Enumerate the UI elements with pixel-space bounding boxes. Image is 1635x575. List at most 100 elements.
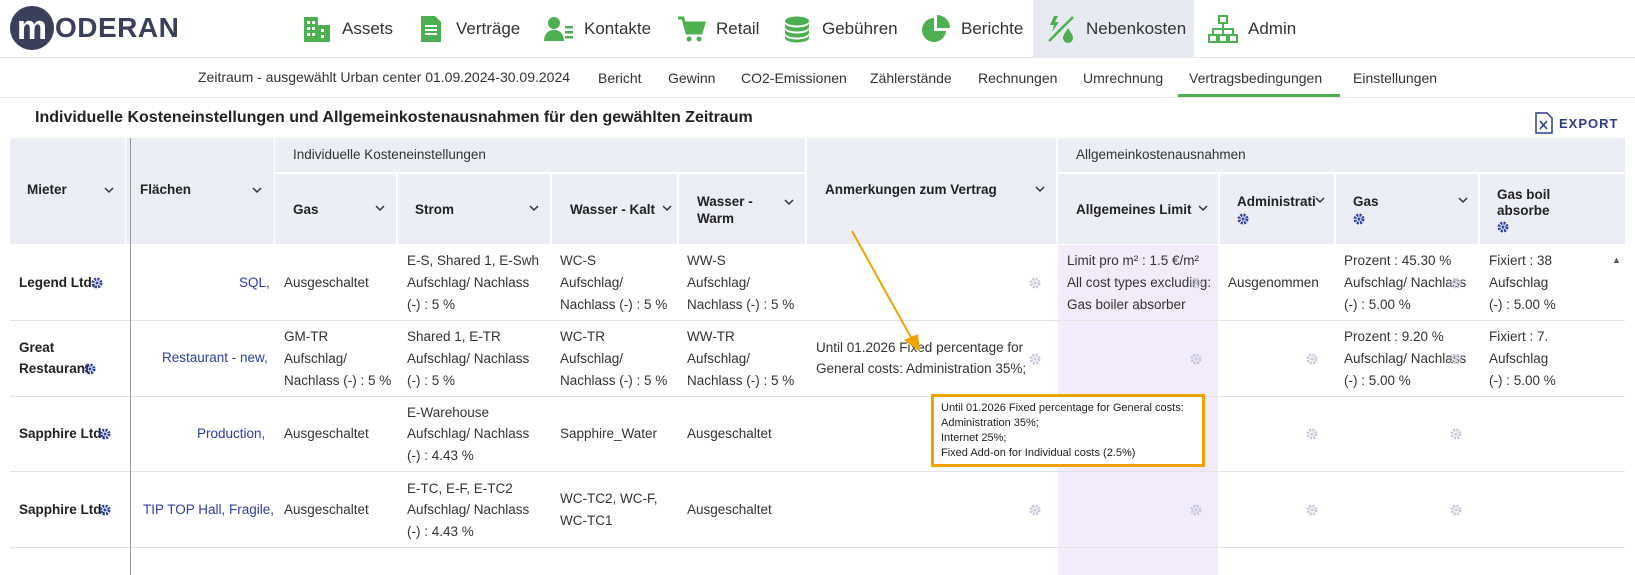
tab-co2-emissionen[interactable]: CO2-Emissionen [741, 70, 847, 86]
chevron-down-icon[interactable] [1198, 203, 1208, 213]
gear-icon[interactable] [84, 363, 96, 375]
row-divider [10, 471, 1625, 472]
chevron-down-icon[interactable] [104, 185, 114, 195]
chevron-down-icon[interactable] [375, 203, 385, 213]
chevron-down-icon[interactable] [1035, 184, 1045, 194]
strom-line: (-) : 5 % [407, 373, 456, 388]
gas-value: Ausgeschaltet [284, 275, 369, 290]
gear-icon[interactable] [1029, 277, 1041, 289]
gear-icon[interactable] [1450, 504, 1462, 516]
gear-icon[interactable] [91, 277, 103, 289]
gear-icon[interactable] [1029, 504, 1041, 516]
export-button[interactable]: EXPORT [1535, 112, 1618, 134]
table-row-tenant[interactable]: Restaurant [19, 358, 90, 380]
nav-retail[interactable]: Retail [676, 0, 759, 58]
gear-icon[interactable] [1306, 428, 1318, 440]
period-selector[interactable]: Zeitraum - ausgewählt Urban center 01.09… [198, 69, 570, 85]
gear-icon[interactable] [1353, 213, 1365, 225]
area-link[interactable]: TIP TOP Hall, Fragile, [143, 499, 274, 521]
tab-rechnungen[interactable]: Rechnungen [978, 70, 1057, 86]
tab-umrechnung[interactable]: Umrechnung [1083, 70, 1163, 86]
group-label: Allgemeinkostenausnahmen [1076, 147, 1246, 162]
contacts-icon [544, 17, 573, 41]
gear-icon[interactable] [1190, 277, 1202, 289]
header-allgemeines-limit[interactable]: Allgemeines Limit [1058, 174, 1218, 244]
chevron-down-icon[interactable] [662, 203, 672, 213]
chevron-down-icon[interactable] [252, 185, 262, 195]
area-link[interactable]: Restaurant - new, [162, 347, 268, 369]
table-row-tenant[interactable]: Sapphire Ltd. [19, 423, 105, 445]
nav-vertraege[interactable]: Verträge [416, 0, 520, 58]
nav-gebuehren[interactable]: Gebühren [782, 0, 898, 58]
table-row-tenant[interactable]: Legend Ltd. [19, 272, 96, 294]
page-title: Individuelle Kosteneinstellungen und All… [35, 109, 753, 126]
header-strom[interactable]: Strom [398, 174, 550, 244]
gas-line: GM-TR [284, 329, 329, 344]
chevron-down-icon[interactable] [784, 197, 794, 207]
tab-zaehlerstaende[interactable]: Zählerstände [870, 70, 952, 86]
gear-icon[interactable] [99, 504, 111, 516]
chevron-down-icon[interactable] [1458, 195, 1468, 205]
header-administration[interactable]: Administrati [1220, 174, 1334, 244]
tab-vertragsbedingungen[interactable]: Vertragsbedingungen [1189, 70, 1322, 86]
header-label: Administrati [1237, 194, 1315, 209]
limit-line: Limit pro m² : 1.5 €/m² [1067, 253, 1200, 268]
gear-icon[interactable] [1497, 221, 1509, 233]
contract-note[interactable]: General costs: Administration 35%;... [816, 358, 1026, 380]
nav-assets[interactable]: Assets [302, 0, 393, 58]
gear-icon[interactable] [1306, 353, 1318, 365]
header-gas-boiler-absorber[interactable]: Gas boil absorbe [1480, 174, 1625, 244]
header-flaechen[interactable]: Flächen [126, 138, 274, 244]
header-anmerkungen[interactable]: Anmerkungen zum Vertrag [807, 138, 1056, 244]
contract-note[interactable]: Until 01.2026 Fixed percentage for [816, 337, 1023, 359]
nav-admin[interactable]: Admin [1208, 0, 1296, 58]
chevron-down-icon[interactable] [1315, 195, 1325, 205]
kalt-line: WC-TC1 [560, 513, 613, 528]
gear-icon[interactable] [1450, 277, 1462, 289]
tab-gewinn[interactable]: Gewinn [668, 70, 715, 86]
nav-nebenkosten[interactable]: Nebenkosten [1033, 0, 1194, 58]
nav-kontakte[interactable]: Kontakte [544, 0, 651, 58]
utilities-icon [1048, 16, 1074, 43]
nav-label: Kontakte [584, 19, 652, 38]
gear-icon[interactable] [99, 428, 111, 440]
header-gas[interactable]: Gas [275, 174, 396, 244]
chevron-down-icon[interactable] [529, 203, 539, 213]
buildings-icon [304, 17, 330, 42]
scroll-up-arrow[interactable]: ▲ [1612, 255, 1621, 265]
warm-line: Nachlass (-) : 5 % [687, 373, 795, 388]
tab-bericht[interactable]: Bericht [598, 70, 642, 86]
strom-line: (-) : 5 % [407, 297, 456, 312]
nav-label: Verträge [456, 19, 521, 38]
moderan-logo[interactable]: m ODERAN [10, 6, 179, 50]
table-row-tenant[interactable]: Sapphire Ltd. [19, 499, 105, 521]
row-divider [10, 547, 1625, 548]
warm-line: Aufschlag/ [687, 275, 751, 290]
row-divider [10, 396, 1625, 397]
warm-line: Aufschlag/ [687, 351, 751, 366]
boiler-line: (-) : 5.00 % [1489, 297, 1556, 312]
top-navigation: m ODERAN Assets Verträge Kontakte Retail… [0, 0, 1635, 58]
header-wasser-warm[interactable]: Wasser - Warm [679, 174, 805, 244]
nav-label: Gebühren [822, 19, 898, 38]
table-row-tenant[interactable]: Great [19, 337, 54, 359]
group-label: Individuelle Kosteneinstellungen [293, 147, 486, 162]
gear-icon[interactable] [1306, 504, 1318, 516]
area-link[interactable]: Production, [197, 423, 265, 445]
header-gas-general[interactable]: Gas [1336, 174, 1478, 244]
nav-berichte[interactable]: Berichte [921, 0, 1023, 58]
gear-icon[interactable] [1190, 504, 1202, 516]
gear-icon[interactable] [1029, 353, 1041, 365]
gear-icon[interactable] [1190, 353, 1202, 365]
gear-icon[interactable] [1450, 428, 1462, 440]
gas-value: Ausgeschaltet [284, 426, 369, 441]
warm-line: WW-TR [687, 329, 735, 344]
gear-icon[interactable] [1450, 353, 1462, 365]
tab-einstellungen[interactable]: Einstellungen [1353, 70, 1437, 86]
strom-line: E-S, Shared 1, E-Swh [407, 253, 540, 268]
header-mieter[interactable]: Mieter [10, 138, 125, 244]
header-wasser-kalt[interactable]: Wasser - Kalt [552, 174, 677, 244]
area-link[interactable]: SQL, [239, 272, 270, 294]
gear-icon[interactable] [1237, 213, 1249, 225]
gas2-line: (-) : 5.00 % [1344, 373, 1411, 388]
